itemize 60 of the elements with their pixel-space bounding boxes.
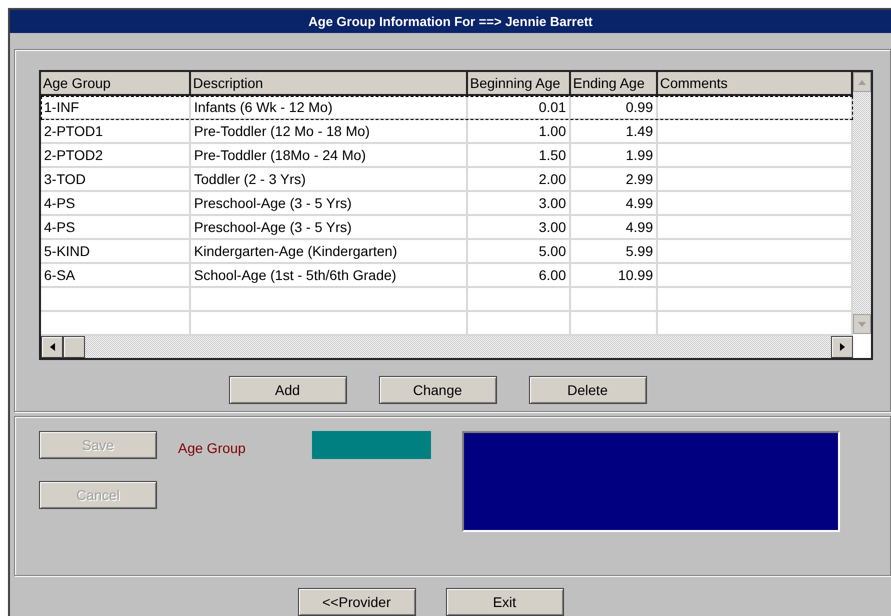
up-arrow-icon (858, 80, 866, 85)
table-cell: Preschool-Age (3 - 5 Yrs) (194, 195, 352, 212)
table-cell: Pre-Toddler (18Mo - 24 Mo) (194, 147, 366, 164)
table-cell: 1.49 (626, 123, 653, 140)
right-arrow-icon (840, 343, 844, 352)
table-cell: 1.50 (538, 147, 566, 164)
table-cell: 3.00 (538, 219, 566, 236)
table-cell: 4.99 (626, 219, 653, 236)
down-arrow-icon (858, 322, 866, 327)
column-header[interactable]: Beginning Age (468, 72, 571, 96)
table-cell: Preschool-Age (3 - 5 Yrs) (194, 219, 352, 236)
table-cell: 2.99 (626, 171, 653, 188)
table-row[interactable]: 6-SA School-Age (1st - 5th/6th Grade) 6.00 10.99 (41, 264, 853, 288)
table-cell: 0.01 (538, 99, 566, 116)
field-label: Age Group (178, 439, 246, 458)
table-row[interactable]: 4-PS Preschool-Age (3 - 5 Yrs) 3.00 4.99 (41, 216, 853, 240)
table-cell: 5.00 (538, 243, 566, 260)
horizontal-scrollbar[interactable] (41, 336, 853, 358)
table-cell: 6-SA (44, 267, 76, 284)
nav-button[interactable]: <<Provider (298, 588, 416, 616)
table-cell: 5.99 (626, 243, 653, 260)
column-header[interactable]: Comments (658, 72, 853, 96)
table-cell: School-Age (1st - 5th/6th Grade) (194, 267, 396, 284)
table-row[interactable]: 5-KIND Kindergarten-Age (Kindergarten) 5.00 5.99 (41, 240, 853, 264)
table-cell: 3.00 (538, 195, 566, 212)
table-cell: 1-INF (44, 99, 79, 116)
table-cell: 1.99 (626, 147, 653, 164)
table-cell: 1.00 (538, 123, 566, 140)
table-row[interactable]: 2-PTOD2 Pre-Toddler (18Mo - 24 Mo) 1.50 1.99 (41, 144, 853, 168)
table-cell: 4-PS (44, 219, 76, 236)
table-row[interactable]: 4-PS Preschool-Age (3 - 5 Yrs) 3.00 4.99 (41, 192, 853, 216)
table-cell: 5-KIND (44, 243, 90, 260)
action-button[interactable]: Add (228, 376, 346, 404)
window-title: Age Group Information For ==> Jennie Barrett (308, 12, 593, 31)
table-cell: 2.00 (538, 171, 566, 188)
scroll-right-button[interactable] (831, 336, 853, 358)
table-cell: 6.00 (538, 267, 566, 284)
table-cell: Infants (6 Wk - 12 Mo) (194, 99, 332, 116)
table-cell: 2-PTOD1 (44, 123, 103, 140)
table-row[interactable]: 3-TOD Toddler (2 - 3 Yrs) 2.00 2.99 (41, 168, 853, 192)
table-row[interactable]: 1-INF Infants (6 Wk - 12 Mo) 0.01 0.99 (41, 96, 853, 120)
column-header[interactable]: Ending Age (571, 72, 658, 96)
column-header[interactable]: Description (191, 72, 468, 96)
action-button[interactable]: Change (378, 376, 496, 404)
scroll-thumb[interactable] (63, 336, 85, 358)
scroll-left-button[interactable] (41, 336, 63, 358)
action-button[interactable]: Delete (528, 376, 646, 404)
table-cell: 2-PTOD2 (44, 147, 103, 164)
table-cell: 3-TOD (44, 171, 86, 188)
table-cell: Toddler (2 - 3 Yrs) (194, 171, 306, 188)
left-arrow-icon (50, 343, 54, 352)
nav-button[interactable]: Exit (446, 588, 564, 616)
table-cell: Kindergarten-Age (Kindergarten) (194, 243, 398, 260)
table-cell: 4.99 (626, 195, 653, 212)
table-cell: 4-PS (44, 195, 76, 212)
column-header[interactable]: Age Group (41, 72, 191, 96)
table-cell: 0.99 (626, 99, 653, 116)
table-cell: 10.99 (618, 267, 653, 284)
table-cell: Pre-Toddler (12 Mo - 18 Mo) (194, 123, 370, 140)
table-row[interactable]: 2-PTOD1 Pre-Toddler (12 Mo - 18 Mo) 1.00 1.49 (41, 120, 853, 144)
